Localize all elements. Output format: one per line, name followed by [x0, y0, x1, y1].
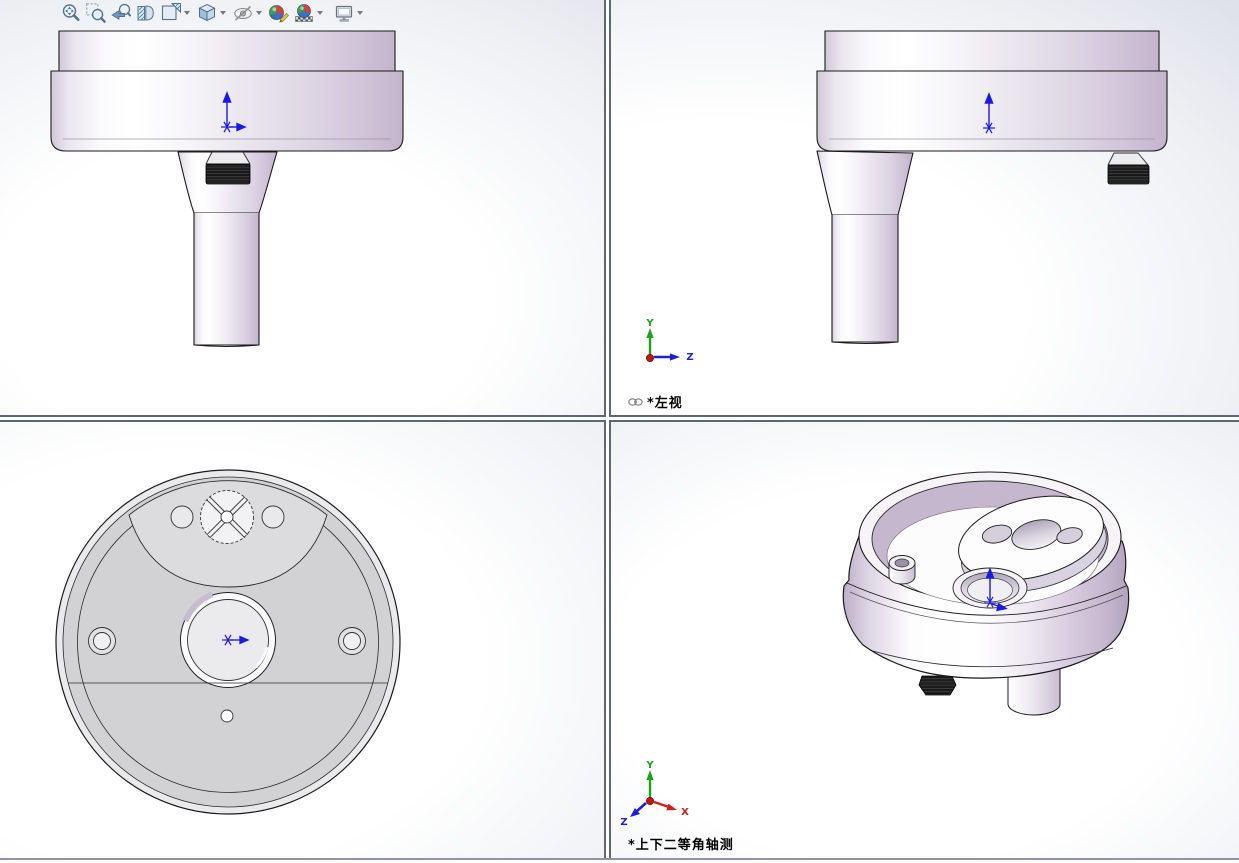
part-top-cap[interactable] [58, 30, 396, 72]
display-style-icon [197, 3, 216, 21]
isometric-view-canvas[interactable]: Y X Z [611, 422, 1239, 858]
part-side-hole-right[interactable] [338, 627, 366, 655]
status-strip [0, 858, 1239, 863]
solidworks-four-view-workspace: Y Z *左视 Y X Z *上下二等角轴测 [0, 0, 1239, 863]
view-name-text: *左视 [647, 396, 683, 411]
view-orientation-button[interactable] [159, 1, 182, 24]
hide-show-items-button[interactable] [231, 1, 254, 24]
part-set-screw[interactable] [205, 151, 251, 185]
view-settings-button[interactable] [332, 1, 355, 24]
edit-appearance-button[interactable] [267, 1, 290, 24]
axis-z-label: Z [686, 352, 693, 363]
top-view-canvas[interactable] [0, 422, 604, 858]
edit-appearance-icon [268, 4, 289, 23]
view-orientation-label: *上下二等角轴测 [628, 834, 734, 853]
view-name-text: *上下二等角轴测 [628, 838, 734, 853]
apply-scene-button[interactable] [292, 1, 315, 24]
zoom-to-area-icon [85, 2, 106, 23]
part-set-screw[interactable] [918, 675, 957, 696]
part-left-view[interactable] [816, 30, 1168, 345]
part-tube-boss[interactable] [888, 555, 916, 585]
part-front-view[interactable] [50, 30, 404, 348]
viewport-top[interactable] [0, 420, 606, 858]
part-isometric-view[interactable] [842, 471, 1130, 716]
axis-z-label: Z [620, 817, 627, 828]
part-set-screw[interactable] [1107, 152, 1150, 185]
zoom-to-area-button[interactable] [84, 1, 107, 24]
axis-y-label: Y [645, 760, 654, 771]
dropdown-caret[interactable] [220, 10, 226, 15]
section-view-icon [137, 4, 154, 21]
view-settings-icon [335, 5, 352, 21]
zoom-to-fit-icon [62, 3, 80, 21]
apply-scene-icon [294, 3, 313, 22]
dropdown-caret[interactable] [317, 10, 323, 15]
reference-triad: Y Z [645, 318, 693, 363]
part-top-cap[interactable] [824, 30, 1160, 72]
viewport-isometric[interactable]: Y X Z *上下二等角轴测 [609, 420, 1239, 858]
previous-view-icon [110, 3, 131, 20]
dropdown-caret[interactable] [357, 10, 363, 15]
part-shaft[interactable] [831, 215, 899, 343]
heads-up-toolbar [58, 0, 367, 25]
part-shaft[interactable] [193, 213, 260, 346]
view-orientation-label: *左视 [628, 392, 683, 411]
axis-y-label: Y [645, 318, 654, 329]
part-pin-hole[interactable] [220, 709, 234, 723]
part-top-view[interactable] [55, 469, 401, 815]
reference-triad: Y X Z [620, 760, 689, 828]
section-view-button[interactable] [134, 1, 157, 24]
part-funnel[interactable] [816, 150, 914, 216]
zoom-to-fit-button[interactable] [59, 1, 82, 24]
link-icon [628, 397, 643, 406]
part-small-hole-right[interactable] [261, 505, 285, 529]
dropdown-caret[interactable] [184, 10, 190, 15]
viewport-left[interactable]: Y Z *左视 [609, 0, 1239, 417]
hide-show-items-icon [233, 5, 252, 21]
part-side-hole-left[interactable] [88, 627, 116, 655]
viewport-front[interactable] [0, 0, 606, 417]
part-small-hole-left[interactable] [170, 505, 194, 529]
display-style-button[interactable] [195, 1, 218, 24]
left-view-canvas[interactable]: Y Z [611, 0, 1239, 415]
view-orientation-icon [161, 2, 181, 20]
front-view-canvas[interactable] [0, 0, 604, 415]
part-cross-hole[interactable] [200, 490, 254, 544]
dropdown-caret[interactable] [256, 10, 262, 15]
axis-x-label: X [681, 807, 689, 818]
previous-view-button[interactable] [109, 1, 132, 24]
